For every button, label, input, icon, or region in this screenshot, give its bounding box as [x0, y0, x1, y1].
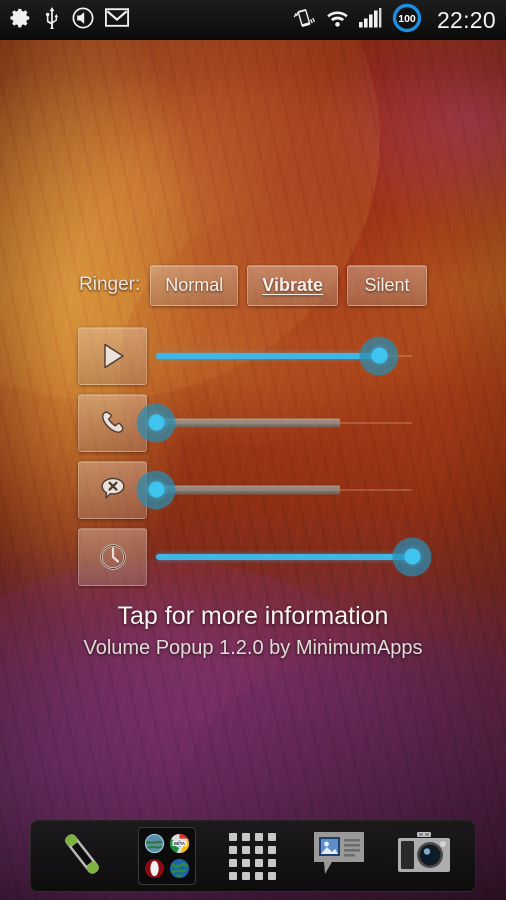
- dock-item-messaging[interactable]: [308, 825, 370, 887]
- status-bar-right-icons: 100 22:20: [292, 3, 496, 38]
- chrome-beta-icon: BETA: [168, 832, 191, 855]
- drawer-dot: [229, 845, 238, 854]
- drawer-dot: [268, 845, 277, 854]
- ringer-volume-row: [0, 389, 506, 456]
- alarm-volume-slider[interactable]: [156, 528, 432, 586]
- ringer-mode-vibrate-button[interactable]: Vibrate: [247, 264, 338, 306]
- ringer-mode-normal-button[interactable]: Normal: [150, 264, 239, 306]
- battery-level-text: 100: [398, 13, 416, 25]
- battery-icon: 100: [392, 3, 422, 38]
- drawer-dot: [255, 832, 264, 841]
- dock-item-phone[interactable]: [51, 825, 113, 887]
- alarm-volume-row: [0, 523, 506, 590]
- status-bar-clock: 22:20: [436, 6, 496, 33]
- footer-app-version-text: Volume Popup 1.2.0 by MinimumApps: [83, 637, 423, 659]
- media-slider-thumb[interactable]: [359, 336, 399, 375]
- cellular-signal-icon: [358, 7, 383, 33]
- volume-popup-widget[interactable]: Ringer: Normal Vibrate Silent Tap for mo…: [0, 262, 506, 660]
- app-drawer-icon[interactable]: [229, 832, 277, 880]
- stock-browser-icon: [143, 832, 166, 855]
- ringer-mode-row: Ringer: Normal Vibrate Silent: [0, 262, 506, 308]
- play-media-icon[interactable]: [78, 326, 147, 385]
- svg-text:BETA: BETA: [174, 841, 185, 846]
- drawer-dot: [255, 858, 264, 867]
- usb-icon: [43, 6, 61, 34]
- ringer-mode-vibrate-label: Vibrate: [262, 274, 323, 295]
- dock-item-camera[interactable]: [393, 825, 455, 887]
- drawer-dot: [242, 871, 251, 880]
- browsers-folder-icon[interactable]: BETA: [138, 827, 197, 885]
- drawer-dot: [268, 871, 277, 880]
- status-bar[interactable]: 100 22:20: [0, 0, 506, 40]
- ringer-slider-thumb[interactable]: [136, 403, 176, 442]
- drawer-dot: [255, 845, 264, 854]
- ringer-mode-silent-button[interactable]: Silent: [346, 264, 427, 306]
- ringer-label: Ringer:: [79, 274, 141, 295]
- alarm-slider-thumb[interactable]: [392, 537, 432, 576]
- footer-more-info-text: Tap for more information: [117, 602, 389, 630]
- alarm-clock-icon[interactable]: [78, 527, 147, 586]
- drawer-dot: [255, 871, 264, 880]
- drawer-dot: [268, 858, 277, 867]
- phone-icon: [54, 828, 110, 885]
- android-home-screen: 100 22:20 Ringer: Normal Vibrate Silent: [0, 0, 506, 900]
- drawer-dot: [242, 858, 251, 867]
- media-volume-slider[interactable]: [156, 327, 412, 385]
- firefox-globe-icon: [168, 857, 191, 880]
- notification-volume-row: [0, 456, 506, 523]
- alarm-slider-fill: [156, 553, 412, 560]
- gmail-icon: [105, 8, 129, 32]
- notification-volume-slider[interactable]: [136, 461, 412, 519]
- media-volume-row: [0, 322, 506, 389]
- camera-icon: [395, 830, 453, 883]
- dock-item-browsers-folder[interactable]: BETA: [136, 825, 198, 887]
- ringer-volume-slider[interactable]: [136, 394, 412, 452]
- drawer-dot: [242, 832, 251, 841]
- media-slider-fill: [156, 352, 379, 359]
- wifi-icon: [325, 8, 350, 33]
- ringer-slider-secondary: [156, 418, 340, 427]
- dock: BETA: [30, 820, 476, 892]
- drawer-dot: [229, 871, 238, 880]
- messaging-icon: [310, 828, 368, 885]
- drawer-dot: [229, 858, 238, 867]
- ringer-mode-silent-label: Silent: [364, 274, 410, 295]
- drawer-dot: [242, 845, 251, 854]
- sound-volume-icon: [72, 7, 94, 34]
- ringer-mode-normal-label: Normal: [165, 274, 224, 295]
- drawer-dot: [229, 832, 238, 841]
- opera-icon: [143, 857, 166, 880]
- notification-slider-secondary: [156, 485, 340, 494]
- settings-gear-icon: [10, 7, 32, 34]
- vibrate-icon: [292, 7, 316, 34]
- widget-footer[interactable]: Tap for more information Volume Popup 1.…: [0, 602, 506, 660]
- volume-slider-rows: [0, 322, 506, 590]
- drawer-dot: [268, 832, 277, 841]
- dock-item-app-drawer[interactable]: [222, 825, 284, 887]
- notification-slider-thumb[interactable]: [136, 470, 176, 509]
- status-bar-left-icons: [10, 6, 129, 34]
